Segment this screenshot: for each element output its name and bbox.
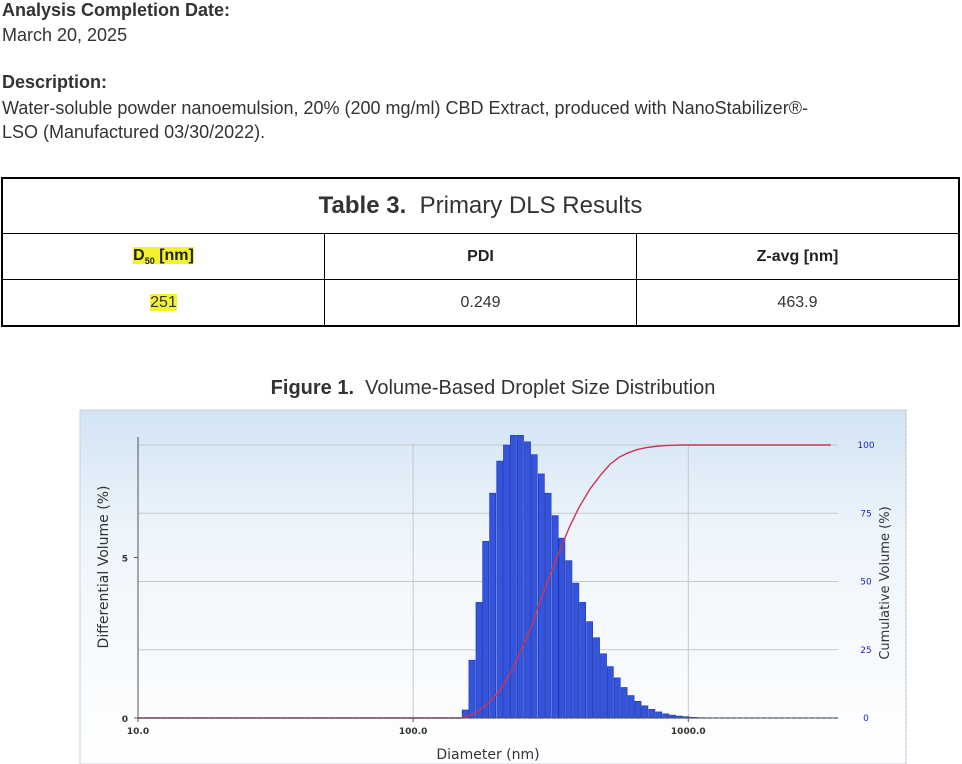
y2-tick-label: 75 xyxy=(860,509,871,519)
d50-header-highlight: D50 [nm] xyxy=(133,246,194,267)
y2-tick-label: 50 xyxy=(860,578,872,588)
table-caption-number: Table 3. xyxy=(318,192,407,219)
d50-header-symbol: D xyxy=(133,246,145,264)
histogram-bar xyxy=(475,602,483,719)
figure-caption-text: Volume-Based Droplet Size Distribution xyxy=(365,377,716,399)
histogram-bar xyxy=(655,711,663,719)
y2-tick-label: 25 xyxy=(860,646,871,656)
pdi-header: PDI xyxy=(324,233,637,280)
zavg-value: 463.9 xyxy=(636,279,960,327)
dls-results-table: Table 3. Primary DLS Results D50 [nm] PD… xyxy=(1,177,960,327)
histogram-bar xyxy=(586,621,593,719)
y-axis-title: Differential Volume (%) xyxy=(96,486,112,649)
histogram-bar xyxy=(565,560,573,719)
histogram-bar xyxy=(496,460,504,719)
figure-caption-number: Figure 1. xyxy=(270,377,355,399)
description-line-2: LSO (Manufactured 03/30/2022). xyxy=(2,122,266,142)
histogram-bar xyxy=(524,441,531,719)
description-label: Description: xyxy=(2,72,108,92)
histogram-bar xyxy=(593,637,600,719)
histogram-bar xyxy=(482,541,490,719)
histogram-bar xyxy=(662,713,670,719)
size-distribution-chart: 10.0 100.0 1000.0050255075100 Diameter (nm… xyxy=(79,409,907,764)
histogram-bar xyxy=(530,454,538,719)
y2-axis-title: Cumulative Volume (%) xyxy=(878,506,893,659)
y-tick-label: 0 xyxy=(122,715,128,725)
histogram-bar xyxy=(572,582,580,719)
d50-header: D50 [nm] xyxy=(1,233,325,280)
y-tick-label: 5 xyxy=(122,554,128,564)
histogram-bar xyxy=(620,687,628,719)
histogram-bar xyxy=(579,602,586,719)
d50-value-cell: 251 xyxy=(1,279,325,327)
histogram-bar xyxy=(544,492,552,719)
histogram-bar xyxy=(551,515,559,719)
x-tick-label: 10.0 xyxy=(127,727,149,737)
y2-tick-label: 100 xyxy=(857,441,874,451)
histogram-bar xyxy=(517,435,524,719)
histogram-bar xyxy=(627,695,635,719)
figure-caption: Figure 1. Volume-Based Droplet Size Dist… xyxy=(0,377,962,400)
x-tick-label: 100.0 xyxy=(399,727,427,737)
table-caption-text: Primary DLS Results xyxy=(419,192,643,219)
d50-value: 251 xyxy=(150,293,177,311)
histogram-bar xyxy=(489,492,497,719)
table-caption: Table 3. Primary DLS Results xyxy=(1,177,960,234)
analysis-date-value: March 20, 2025 xyxy=(2,25,128,45)
x-tick-label: 1000.0 xyxy=(671,727,706,737)
analysis-date-label: Analysis Completion Date: xyxy=(2,0,231,20)
histogram-bar xyxy=(606,666,614,719)
histogram-bar xyxy=(558,537,566,719)
d50-header-subscript: 50 xyxy=(144,256,155,267)
histogram-bar xyxy=(537,473,545,719)
histogram-bar xyxy=(600,653,607,719)
histogram-bar xyxy=(613,677,621,719)
x-axis-title: Diameter (nm) xyxy=(436,747,539,763)
description-line-1: Water-soluble powder nanoemulsion, 20% (… xyxy=(2,98,808,118)
histogram-bar xyxy=(468,659,476,719)
histogram-bar xyxy=(510,435,517,719)
histogram-bar xyxy=(648,709,656,719)
histogram-bar xyxy=(641,705,649,719)
y2-tick-label: 0 xyxy=(863,714,869,724)
pdi-value: 0.249 xyxy=(324,279,637,327)
zavg-header: Z-avg [nm] xyxy=(636,233,960,280)
d50-header-unit: [nm] xyxy=(159,246,194,264)
histogram-bar xyxy=(634,700,642,719)
